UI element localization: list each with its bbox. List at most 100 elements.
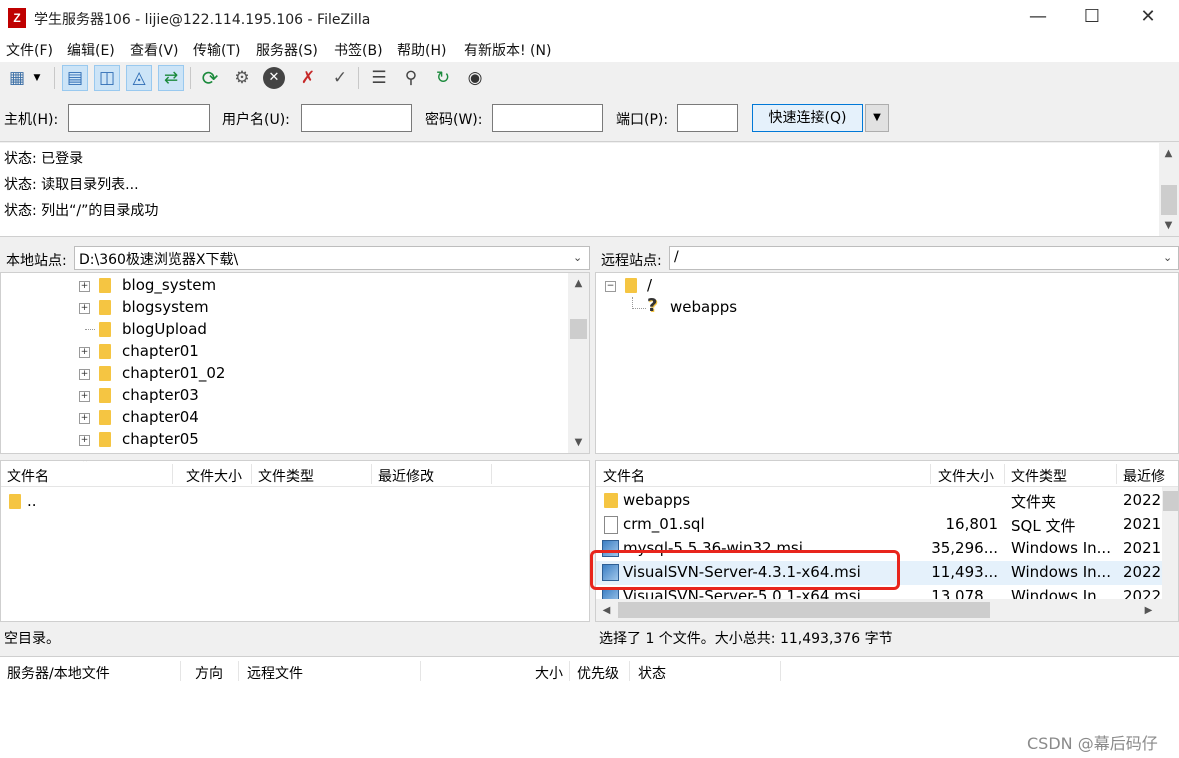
column-filename[interactable]: 文件名 xyxy=(603,466,645,486)
scroll-down-icon[interactable]: ▼ xyxy=(570,434,587,451)
queue-column-remote-file[interactable]: 远程文件 xyxy=(247,663,303,683)
toggle-remote-tree-icon[interactable]: ◬ xyxy=(126,65,152,91)
column-separator[interactable] xyxy=(251,464,252,484)
tree-item[interactable]: + chapter01_02 xyxy=(1,363,567,385)
queue-column-status[interactable]: 状态 xyxy=(638,663,666,683)
column-filesize[interactable]: 文件大小 xyxy=(938,466,994,486)
remote-path-input[interactable]: / xyxy=(669,246,1179,270)
menu-edit[interactable]: 编辑(E) xyxy=(67,40,115,60)
username-input[interactable] xyxy=(301,104,412,132)
chevron-down-icon[interactable]: ⌄ xyxy=(573,251,582,264)
log-scrollbar[interactable]: ▲ ▼ xyxy=(1159,143,1179,236)
menu-help[interactable]: 帮助(H) xyxy=(397,40,446,60)
column-separator[interactable] xyxy=(1004,464,1005,484)
column-separator[interactable] xyxy=(780,661,781,681)
scroll-right-icon[interactable]: ▶ xyxy=(1140,602,1157,619)
column-filename[interactable]: 文件名 xyxy=(7,466,49,486)
site-manager-icon[interactable]: ▦ xyxy=(4,65,30,91)
quickconnect-history-dropdown[interactable]: ▼ xyxy=(865,104,889,132)
expand-icon[interactable]: + xyxy=(79,281,90,292)
column-separator[interactable] xyxy=(371,464,372,484)
compare-directories-icon[interactable]: ⚲ xyxy=(398,65,424,91)
expand-icon[interactable]: + xyxy=(79,369,90,380)
tree-item[interactable]: + chapter04 xyxy=(1,407,567,429)
column-separator[interactable] xyxy=(491,464,492,484)
minimize-button[interactable]: — xyxy=(1010,0,1066,36)
list-item[interactable]: .. xyxy=(1,491,589,513)
expand-icon[interactable]: + xyxy=(79,347,90,358)
scroll-thumb[interactable] xyxy=(1163,491,1178,511)
scroll-up-icon[interactable]: ▲ xyxy=(1160,145,1177,162)
queue-column-server-local[interactable]: 服务器/本地文件 xyxy=(7,663,110,683)
queue-column-size[interactable]: 大小 xyxy=(535,663,563,683)
scroll-left-icon[interactable]: ◀ xyxy=(598,602,615,619)
host-input[interactable] xyxy=(68,104,210,132)
tree-item-label: blog_system xyxy=(122,276,217,294)
close-button[interactable]: ✕ xyxy=(1120,0,1176,36)
menu-view[interactable]: 查看(V) xyxy=(130,40,179,60)
column-separator[interactable] xyxy=(1116,464,1117,484)
column-separator[interactable] xyxy=(629,661,630,681)
menu-new-version[interactable]: 有新版本! (N) xyxy=(464,40,551,60)
tree-item[interactable]: + blog_system xyxy=(1,275,567,297)
disconnect-icon[interactable]: ✗ xyxy=(295,65,321,91)
tree-item[interactable]: + blogsystem xyxy=(1,297,567,319)
local-path-input[interactable]: D:\360极速浏览器X下载\ xyxy=(74,246,590,270)
search-remote-icon[interactable]: ◉ xyxy=(462,65,488,91)
chevron-down-icon[interactable]: ⌄ xyxy=(1163,251,1172,264)
directory-listing-filter-icon[interactable]: ☰ xyxy=(366,65,392,91)
column-modified[interactable]: 最近修 xyxy=(1123,466,1165,486)
port-input[interactable] xyxy=(677,104,738,132)
scroll-up-icon[interactable]: ▲ xyxy=(570,275,587,292)
site-manager-dropdown-icon[interactable]: ▼ xyxy=(30,65,44,91)
scroll-thumb[interactable] xyxy=(570,319,587,339)
cancel-icon[interactable]: ✕ xyxy=(261,65,287,91)
tree-item[interactable]: ? webapps xyxy=(596,295,1176,319)
tree-item[interactable]: blogUpload xyxy=(1,319,567,341)
tree-item-label: chapter04 xyxy=(122,408,199,426)
column-modified[interactable]: 最近修改 xyxy=(378,466,434,486)
scroll-thumb[interactable] xyxy=(1161,185,1177,215)
collapse-icon[interactable]: − xyxy=(605,281,616,292)
scroll-down-icon[interactable]: ▼ xyxy=(1160,217,1177,234)
column-separator[interactable] xyxy=(180,661,181,681)
quickconnect-button[interactable]: 快速连接(Q) xyxy=(752,104,863,132)
menu-server[interactable]: 服务器(S) xyxy=(256,40,318,60)
expand-icon[interactable]: + xyxy=(79,303,90,314)
list-item[interactable]: webapps 文件夹 2022 xyxy=(596,489,1162,513)
toggle-local-tree-icon[interactable]: ◫ xyxy=(94,65,120,91)
reconnect-icon[interactable]: ✓ xyxy=(327,65,353,91)
remote-list-hscrollbar[interactable]: ◀ ▶ xyxy=(596,599,1178,621)
password-input[interactable] xyxy=(492,104,603,132)
refresh-icon[interactable]: ⟳ xyxy=(197,65,223,91)
column-separator[interactable] xyxy=(172,464,173,484)
toggle-queue-icon[interactable]: ⇄ xyxy=(158,65,184,91)
column-separator[interactable] xyxy=(569,661,570,681)
tree-item[interactable]: + chapter01 xyxy=(1,341,567,363)
queue-column-priority[interactable]: 优先级 xyxy=(577,663,619,683)
remote-list-vscrollbar[interactable] xyxy=(1162,487,1178,599)
list-item[interactable]: crm_01.sql 16,801 SQL 文件 2021 xyxy=(596,513,1162,537)
column-separator[interactable] xyxy=(238,661,239,681)
column-separator[interactable] xyxy=(420,661,421,681)
tree-item[interactable]: + chapter05 xyxy=(1,429,567,451)
expand-icon[interactable]: + xyxy=(79,435,90,446)
queue-column-direction[interactable]: 方向 xyxy=(195,663,223,683)
process-queue-icon[interactable]: ⚙ xyxy=(229,65,255,91)
scroll-thumb[interactable] xyxy=(618,602,990,618)
sync-browsing-icon[interactable]: ↻ xyxy=(430,65,456,91)
tree-item-root[interactable]: − / xyxy=(596,275,1176,297)
toggle-log-icon[interactable]: ▤ xyxy=(62,65,88,91)
column-separator[interactable] xyxy=(930,464,931,484)
column-filetype[interactable]: 文件类型 xyxy=(258,466,314,486)
column-filesize[interactable]: 文件大小 xyxy=(186,466,242,486)
menu-transfer[interactable]: 传输(T) xyxy=(193,40,240,60)
tree-item[interactable]: + chapter03 xyxy=(1,385,567,407)
local-tree-scrollbar[interactable]: ▲ ▼ xyxy=(568,273,589,453)
column-filetype[interactable]: 文件类型 xyxy=(1011,466,1067,486)
expand-icon[interactable]: + xyxy=(79,413,90,424)
menu-file[interactable]: 文件(F) xyxy=(6,40,53,60)
expand-icon[interactable]: + xyxy=(79,391,90,402)
menu-bookmarks[interactable]: 书签(B) xyxy=(334,40,383,60)
maximize-button[interactable]: ☐ xyxy=(1064,0,1120,36)
